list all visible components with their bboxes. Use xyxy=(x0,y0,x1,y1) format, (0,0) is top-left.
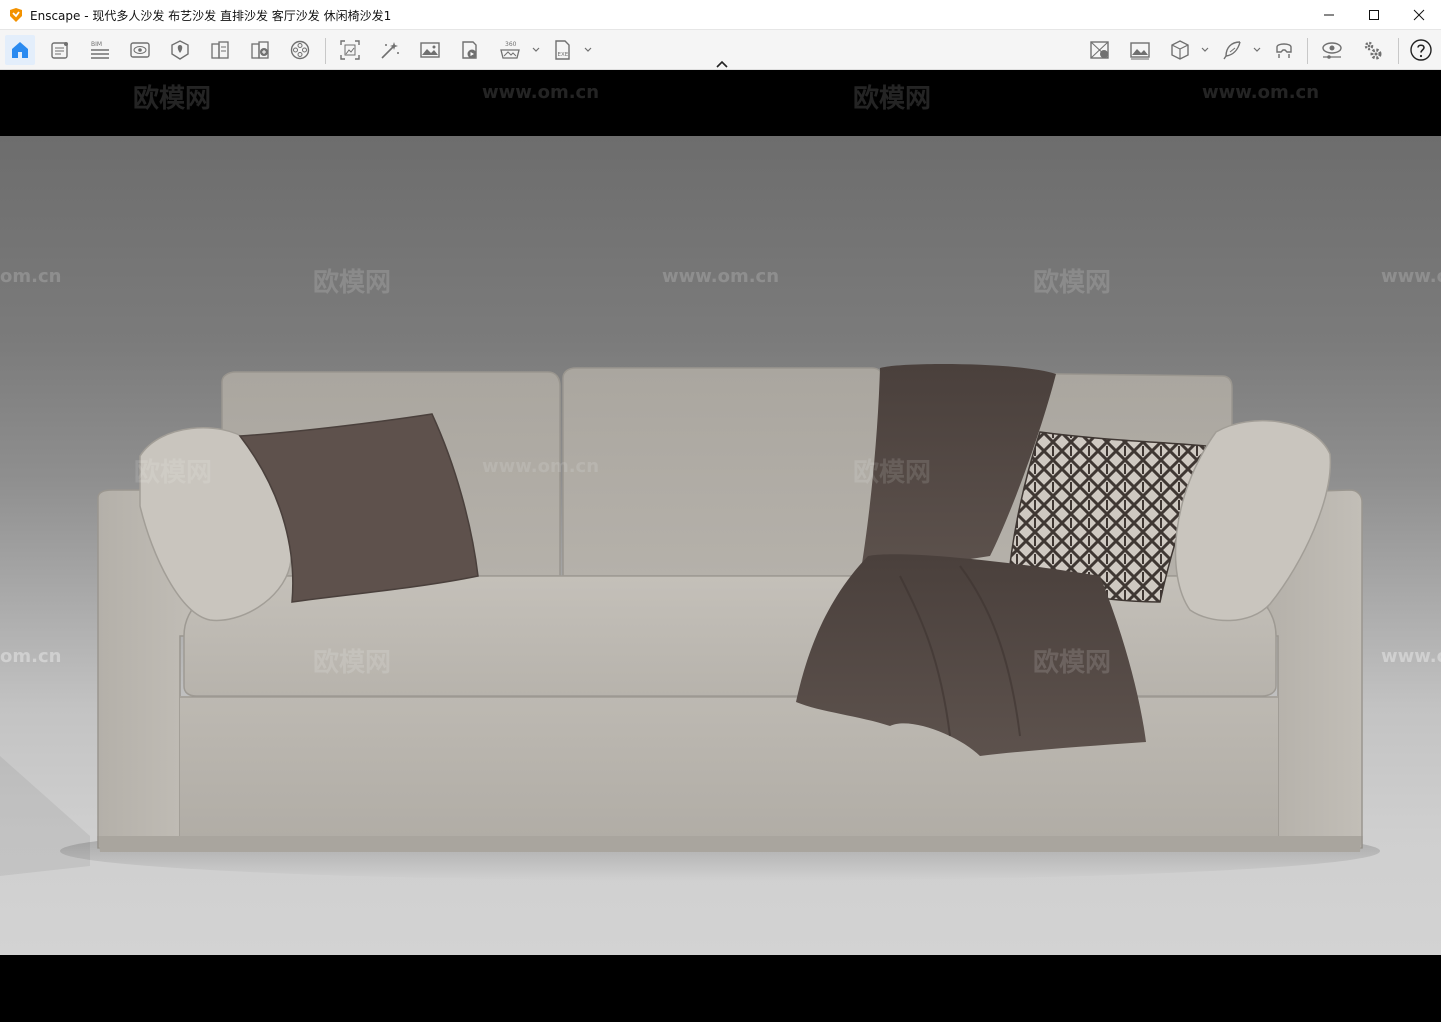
window-title: Enscape - 现代多人沙发 布艺沙发 直排沙发 客厅沙发 休闲椅沙发1 xyxy=(30,9,392,23)
watermark-brand-sofa-right: 欧模网 xyxy=(853,458,932,488)
project-notes-icon[interactable] xyxy=(45,35,75,65)
pano-label: 360 xyxy=(505,41,517,48)
sketch-mode-icon[interactable] xyxy=(375,35,405,65)
export-dropdown-chevron-icon[interactable] xyxy=(583,43,593,57)
bim-icon[interactable]: BIM xyxy=(85,35,115,65)
watermark-brand-corner: 欧模网 xyxy=(1186,942,1360,955)
watermark-url-top-right: www.om.cn xyxy=(1202,82,1320,103)
toolbar-divider-right xyxy=(1307,38,1308,64)
watermark-url-top: www.om.cn xyxy=(482,82,600,103)
render-viewport[interactable]: 欧模网 www.om.cn 欧模网 www.om.cn om.cn 欧模网 ww… xyxy=(0,70,1441,1022)
synchronize-views-icon[interactable] xyxy=(1085,35,1115,65)
toolbar-divider-help xyxy=(1398,38,1399,64)
asset-library-icon[interactable] xyxy=(245,35,275,65)
toolbar-divider xyxy=(325,38,326,64)
watermark-brand-top-right: 欧模网 xyxy=(853,84,932,114)
render-image-icon[interactable] xyxy=(415,35,445,65)
watermark-url-mid: www.om.cn xyxy=(662,266,780,287)
video-editor-icon[interactable] xyxy=(285,35,315,65)
render-360-icon[interactable]: 360 xyxy=(495,35,525,65)
close-button[interactable] xyxy=(1396,0,1441,30)
title-bar: Enscape - 现代多人沙发 布艺沙发 直排沙发 客厅沙发 休闲椅沙发1 xyxy=(0,0,1441,30)
views-icon[interactable] xyxy=(125,35,155,65)
bim-label: BIM xyxy=(91,41,102,48)
watermark-brand-top-left: 欧模网 xyxy=(133,84,212,114)
material-library-icon[interactable] xyxy=(205,35,235,65)
watermark-brand-mid-left: 欧模网 xyxy=(313,268,392,298)
watermark-brand-sofa-left: 欧模网 xyxy=(134,458,213,488)
maximize-button[interactable] xyxy=(1351,0,1397,30)
feather-dropdown-chevron-icon[interactable] xyxy=(1252,43,1262,57)
watermark-brand-mid-right: 欧模网 xyxy=(1033,268,1112,298)
render-360-dropdown-chevron-icon[interactable] xyxy=(531,43,541,57)
sofa-render-image xyxy=(0,364,1380,881)
export-exe-icon[interactable]: EXE xyxy=(548,35,578,65)
cube-view-dropdown-chevron-icon[interactable] xyxy=(1200,43,1210,57)
general-settings-icon[interactable] xyxy=(1357,35,1387,65)
cube-view-icon[interactable] xyxy=(1165,35,1195,65)
vr-headset-icon[interactable] xyxy=(1269,35,1299,65)
sofa-scene: om.cn 欧模网 www.om.cn 欧模网 www.o 欧模网 www.om… xyxy=(0,136,1441,955)
watermark-url-lower-right: www.o xyxy=(1381,646,1441,667)
enscape-logo-icon xyxy=(8,7,24,23)
capture-icon[interactable] xyxy=(1125,35,1155,65)
watermark-url-sofa: www.om.cn xyxy=(482,456,600,477)
watermark-url-lower-left: om.cn xyxy=(0,646,62,667)
watermark-url-right-edge: www.o xyxy=(1381,266,1441,287)
render-video-icon[interactable] xyxy=(455,35,485,65)
feather-icon[interactable] xyxy=(1217,35,1247,65)
collapse-toolbar-chevron-up-icon[interactable] xyxy=(714,58,730,70)
home-icon[interactable] xyxy=(5,35,35,65)
exe-label: EXE xyxy=(558,52,569,58)
minimize-button[interactable] xyxy=(1306,0,1352,30)
watermark-brand-seat-left: 欧模网 xyxy=(313,648,392,678)
visual-settings-icon[interactable] xyxy=(1317,35,1347,65)
watermark-brand-seat-right: 欧模网 xyxy=(1033,648,1112,678)
watermark-url-left-edge: om.cn xyxy=(0,266,62,287)
site-context-icon[interactable] xyxy=(165,35,195,65)
batch-render-icon[interactable] xyxy=(335,35,365,65)
help-icon[interactable] xyxy=(1406,35,1436,65)
